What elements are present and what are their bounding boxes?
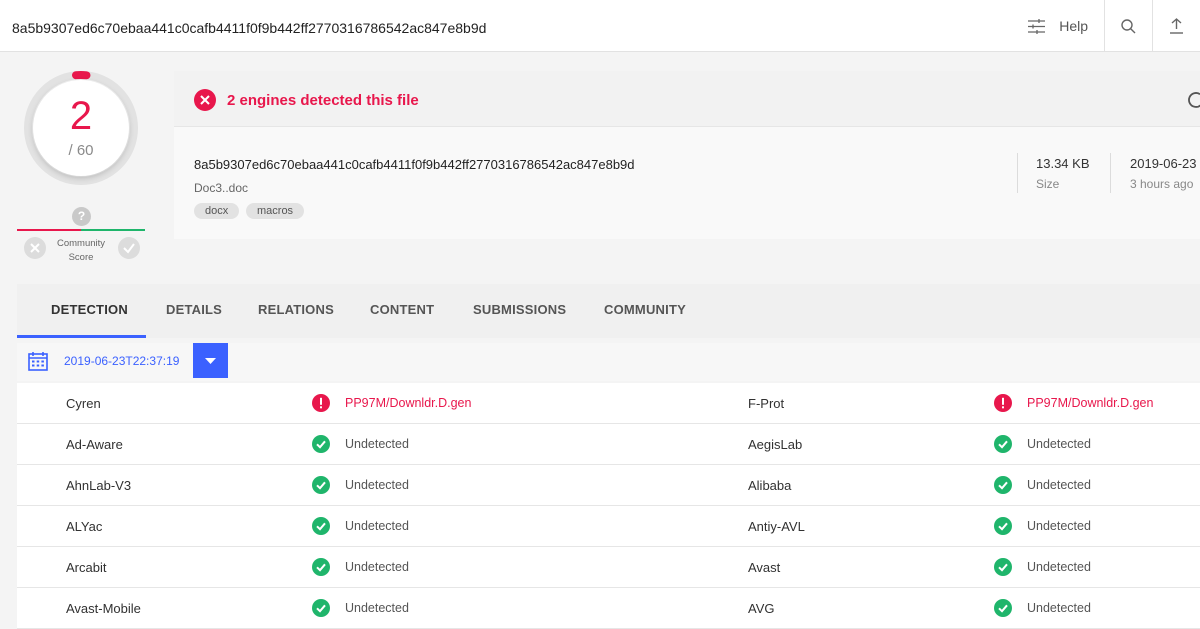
tab-relations[interactable]: RELATIONS [258, 302, 334, 317]
file-summary-card: 2 engines detected this file 8a5b9307ed6… [174, 71, 1200, 239]
vote-harmless-icon[interactable] [118, 237, 140, 259]
file-hash: 8a5b9307ed6c70ebaa441c0cafb4411f0f9b442f… [194, 157, 635, 172]
reanalyze-icon[interactable] [1188, 91, 1200, 109]
help-label[interactable]: Help [1059, 18, 1088, 34]
tab-detection[interactable]: DETECTION [51, 302, 128, 317]
engine-result: Undetected [345, 478, 409, 492]
search-input[interactable]: 8a5b9307ed6c70ebaa441c0cafb4411f0f9b442f… [12, 20, 486, 36]
tab-community[interactable]: COMMUNITY [604, 302, 686, 317]
engine-name: Antiy-AVL [748, 519, 805, 534]
tag-docx[interactable]: docx [194, 203, 240, 219]
detection-count: 2 [69, 94, 93, 138]
engine-result: PP97M/Downldr.D.gen [1027, 396, 1154, 410]
clean-check-icon [994, 435, 1012, 453]
table-row: AhnLab-V3 Undetected Alibaba Undetected [17, 465, 1200, 506]
table-row: Arcabit Undetected Avast Undetected [17, 547, 1200, 588]
engine-name: Avast-Mobile [66, 601, 141, 616]
clean-check-icon [994, 476, 1012, 494]
clean-check-icon [994, 517, 1012, 535]
alert-x-icon [194, 89, 216, 111]
analysis-date-relative: 3 hours ago [1130, 177, 1194, 191]
help-link[interactable]: Help [1028, 18, 1104, 34]
engine-name: Arcabit [66, 560, 107, 575]
search-button[interactable] [1104, 0, 1152, 52]
clean-check-icon [994, 558, 1012, 576]
engine-total: / 60 [68, 142, 94, 159]
divider [1110, 153, 1111, 193]
tag-macros[interactable]: macros [246, 203, 305, 219]
toolbar: Help [1028, 0, 1200, 52]
engine-result: Undetected [1027, 560, 1091, 574]
engine-name: Alibaba [748, 478, 792, 493]
engine-result: Undetected [1027, 601, 1091, 615]
divider [1017, 153, 1018, 193]
engine-result: Undetected [1027, 519, 1091, 533]
analysis-date-value: 2019-06-23 [1130, 156, 1197, 171]
engine-name: ALYac [66, 519, 103, 534]
table-row: Ad-Aware Undetected AegisLab Undetected [17, 424, 1200, 465]
engine-result: Undetected [1027, 437, 1091, 451]
clean-check-icon [994, 599, 1012, 617]
engine-name: AVG [748, 601, 775, 616]
clean-check-icon [312, 476, 330, 494]
engine-result: Undetected [345, 601, 409, 615]
tab-content[interactable]: CONTENT [370, 302, 434, 317]
clean-check-icon [312, 435, 330, 453]
clean-check-icon [312, 517, 330, 535]
calendar-icon [28, 352, 48, 371]
analysis-date-selector: 2019-06-23T22:37:19 [17, 343, 1200, 381]
selected-analysis-date[interactable]: 2019-06-23T22:37:19 [64, 354, 179, 368]
search-icon [1121, 18, 1136, 33]
engine-name: AegisLab [748, 437, 803, 452]
engine-result: Undetected [1027, 478, 1091, 492]
date-dropdown-button[interactable] [193, 343, 228, 378]
clean-check-icon [312, 599, 330, 617]
engine-name: AhnLab-V3 [66, 478, 132, 493]
filter-settings-icon[interactable] [1028, 18, 1046, 34]
engine-name: Avast [748, 560, 781, 575]
top-bar: 8a5b9307ed6c70ebaa441c0cafb4411f0f9b442f… [0, 0, 1200, 52]
vote-harmful-icon[interactable] [24, 237, 46, 259]
table-row: Avast-Mobile Undetected AVG Undetected [17, 588, 1200, 629]
file-size-label: Size [1036, 177, 1060, 191]
caret-down-icon [205, 358, 216, 364]
engine-result: Undetected [345, 560, 409, 574]
tab-submissions[interactable]: SUBMISSIONS [473, 302, 566, 317]
summary-header: 2 engines detected this file [174, 71, 1200, 127]
engine-name: Ad-Aware [66, 437, 123, 452]
malicious-alert-icon [312, 394, 330, 412]
engine-result: Undetected [345, 519, 409, 533]
tab-details[interactable]: DETAILS [166, 302, 222, 317]
engine-name: Cyren [66, 396, 101, 411]
detection-results-table: Cyren PP97M/Downldr.D.gen F-Prot PP97M/Down… [17, 383, 1200, 629]
table-row: Cyren PP97M/Downldr.D.gen F-Prot PP97M/Down… [17, 383, 1200, 424]
community-score-label: Community Score [56, 238, 106, 263]
detection-score-gauge: 2 / 60 [23, 70, 139, 186]
score-bar-negative [17, 229, 81, 231]
report-tabs: DETECTION DETAILS RELATIONS CONTENT SUBM… [17, 284, 1200, 338]
table-row: ALYac Undetected Antiy-AVL Undetected [17, 506, 1200, 547]
engine-result: Undetected [345, 437, 409, 451]
score-bar-positive [81, 229, 145, 231]
file-size-value: 13.34 KB [1036, 156, 1090, 171]
engine-result: PP97M/Downldr.D.gen [345, 396, 472, 410]
clean-check-icon [312, 558, 330, 576]
community-score: ? Community Score [17, 205, 145, 265]
file-name: Doc3..doc [194, 181, 249, 195]
detection-alert-text: 2 engines detected this file [227, 92, 419, 109]
upload-button[interactable] [1152, 0, 1200, 52]
active-tab-indicator [17, 335, 146, 338]
upload-icon [1170, 18, 1183, 34]
engine-name: F-Prot [748, 396, 785, 411]
malicious-alert-icon [994, 394, 1012, 412]
question-icon: ? [72, 207, 91, 226]
